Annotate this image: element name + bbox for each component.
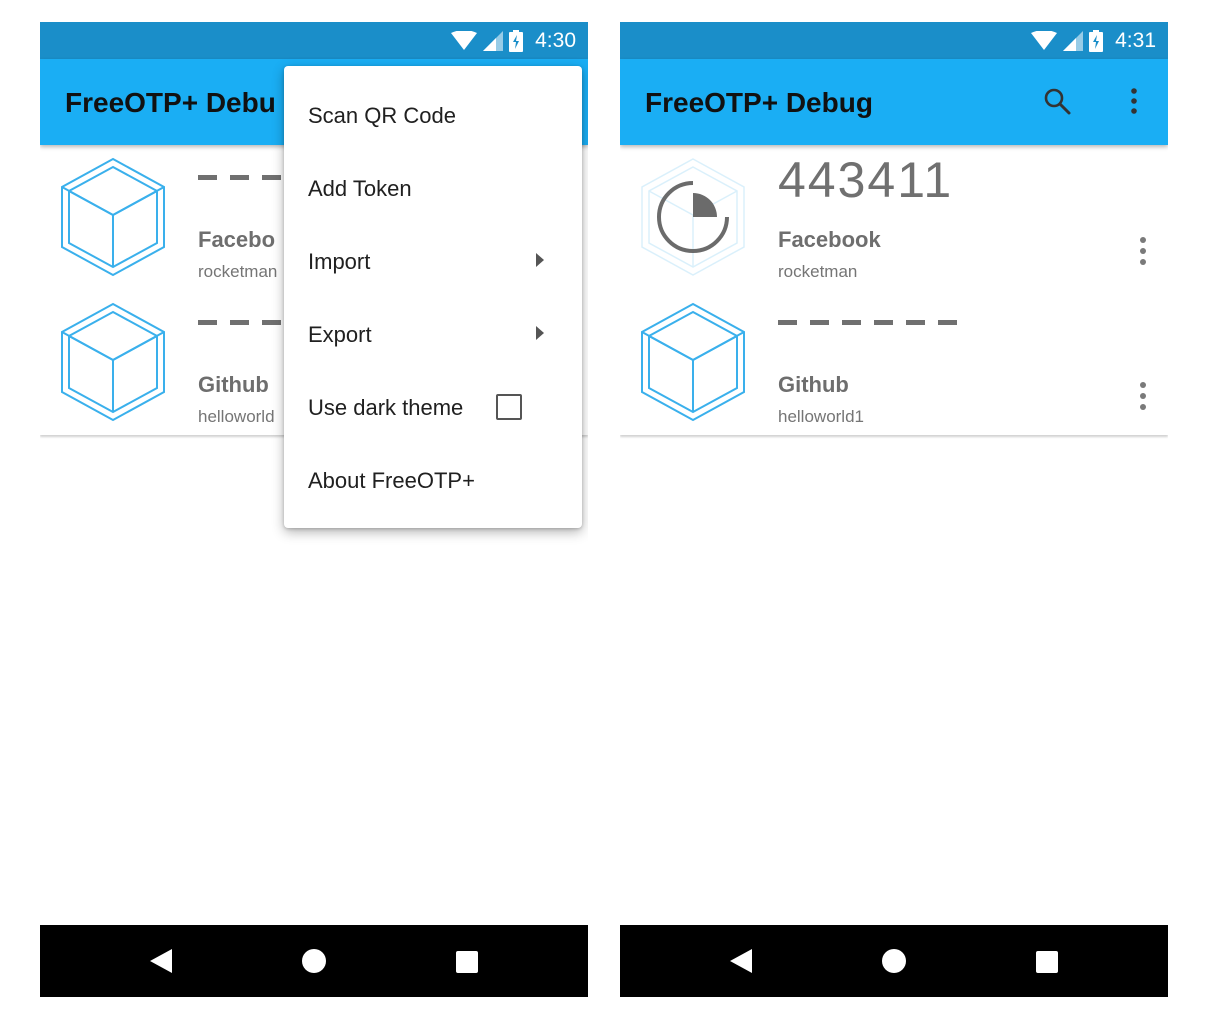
dark-theme-checkbox[interactable]	[496, 394, 522, 420]
token-menu-icon[interactable]	[1136, 237, 1150, 267]
token-issuer: Facebook	[778, 227, 881, 252]
overflow-popup-menu: Scan QR Code Add Token Import Export Use…	[284, 66, 582, 528]
token-issuer: Github	[778, 372, 849, 397]
back-icon[interactable]	[730, 949, 752, 973]
token-account: helloworld1	[778, 407, 864, 426]
hidden-code-dashes	[778, 320, 957, 325]
recent-apps-icon[interactable]	[456, 951, 478, 973]
menu-item-label: Export	[308, 322, 372, 347]
app-bar: FreeOTP+ Debug	[620, 59, 1168, 145]
token-account: rocketman	[198, 262, 278, 281]
navigation-bar	[40, 925, 588, 997]
token-menu-icon[interactable]	[1136, 382, 1150, 412]
token-card[interactable]: Github helloworld1	[620, 290, 1168, 435]
cube-icon	[61, 157, 165, 277]
cube-icon	[61, 302, 165, 422]
battery-charging-icon	[1089, 29, 1104, 52]
menu-item-scan-qr[interactable]: Scan QR Code	[284, 78, 582, 151]
wifi-icon	[1031, 30, 1058, 50]
submenu-arrow-icon	[536, 326, 544, 340]
menu-item-label: Use dark theme	[308, 395, 464, 420]
menu-item-label: Import	[308, 249, 371, 274]
home-icon[interactable]	[302, 949, 326, 973]
app-title: FreeOTP+ Debug	[645, 87, 873, 118]
wifi-icon	[451, 30, 478, 50]
home-icon[interactable]	[882, 949, 906, 973]
signal-icon	[483, 30, 504, 51]
status-bar: 4:30	[40, 22, 588, 59]
overflow-menu-icon[interactable]	[1119, 86, 1149, 116]
token-account: rocketman	[778, 262, 858, 281]
status-time: 4:31	[1115, 28, 1156, 52]
menu-item-label: Add Token	[308, 176, 412, 201]
phone-screen-left: 4:30 FreeOTP+ Debu Facebo rocketman Gith…	[40, 22, 588, 997]
menu-item-about[interactable]: About FreeOTP+	[284, 443, 582, 516]
menu-item-import[interactable]: Import	[284, 224, 582, 297]
token-issuer: Facebo	[198, 227, 276, 252]
signal-icon	[1063, 30, 1084, 51]
battery-charging-icon	[509, 29, 524, 52]
phone-screen-right: 4:31 FreeOTP+ Debug 443411 Facebook rock…	[620, 22, 1168, 997]
submenu-arrow-icon	[536, 253, 544, 267]
menu-item-add-token[interactable]: Add Token	[284, 151, 582, 224]
menu-item-export[interactable]: Export	[284, 297, 582, 370]
token-account: helloworld	[198, 407, 275, 426]
recent-apps-icon[interactable]	[1036, 951, 1058, 973]
menu-item-label: About FreeOTP+	[308, 468, 475, 493]
status-bar: 4:31	[620, 22, 1168, 59]
cube-icon	[641, 302, 745, 422]
menu-item-dark-theme[interactable]: Use dark theme	[284, 370, 582, 443]
token-card[interactable]: 443411 Facebook rocketman	[620, 145, 1168, 290]
navigation-bar	[620, 925, 1168, 997]
app-title: FreeOTP+ Debu	[65, 87, 276, 118]
token-timer-icon	[641, 158, 745, 276]
menu-item-label: Scan QR Code	[308, 103, 456, 128]
search-icon[interactable]	[1042, 86, 1072, 116]
back-icon[interactable]	[150, 949, 172, 973]
token-code: 443411	[778, 152, 954, 208]
token-issuer: Github	[198, 372, 269, 397]
status-time: 4:30	[535, 28, 576, 52]
